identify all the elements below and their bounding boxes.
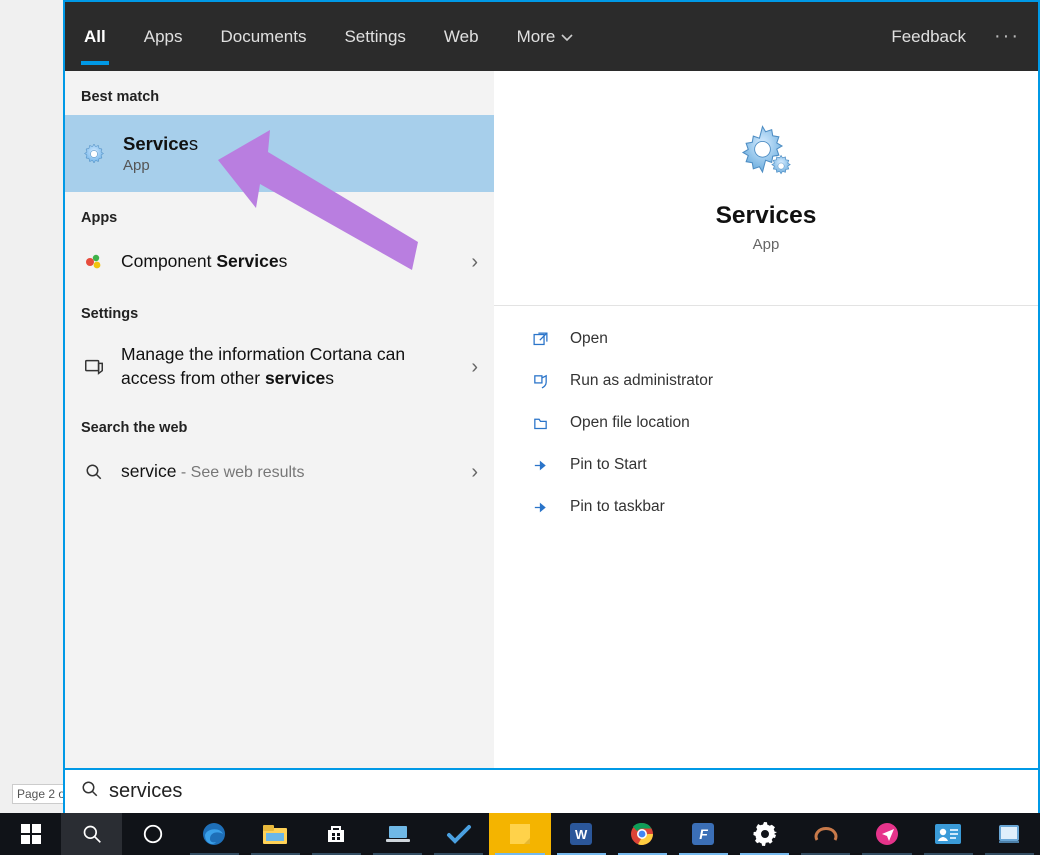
chevron-right-icon: › <box>463 251 486 274</box>
search-input[interactable] <box>109 780 1028 803</box>
taskbar-send-anywhere[interactable] <box>856 813 917 855</box>
sticky-notes-icon <box>507 821 533 847</box>
taskbar-foxit[interactable]: F <box>673 813 734 855</box>
result-title: Services <box>123 133 198 155</box>
result-cortana-services-setting[interactable]: Manage the information Cortana can acces… <box>65 332 494 402</box>
action-label: Pin to Start <box>570 456 647 474</box>
folder-location-icon <box>526 415 554 432</box>
ellipsis-icon: ··· <box>994 25 1020 47</box>
section-best-match: Best match <box>65 71 494 115</box>
cortana-icon <box>140 821 166 847</box>
foxit-icon: F <box>690 821 716 847</box>
action-label: Open file location <box>570 414 690 432</box>
action-label: Open <box>570 330 608 348</box>
taskbar-notepad-app[interactable] <box>979 813 1040 855</box>
result-detail-pane: Services App Open Run as administrator O… <box>494 71 1038 768</box>
privacy-icon <box>81 356 107 378</box>
detail-subtitle: App <box>753 236 780 253</box>
tab-documents[interactable]: Documents <box>201 2 325 71</box>
start-icon <box>18 821 44 847</box>
send-anywhere-icon <box>874 821 900 847</box>
taskbar-search-button[interactable] <box>61 813 122 855</box>
taskbar-file-explorer[interactable] <box>245 813 306 855</box>
word-icon: W <box>568 821 594 847</box>
section-settings: Settings <box>65 288 494 332</box>
search-icon <box>79 821 105 847</box>
search-scope-tabbar: All Apps Documents Settings Web More Fee… <box>65 2 1038 71</box>
tab-apps[interactable]: Apps <box>125 2 202 71</box>
tab-all[interactable]: All <box>65 2 125 71</box>
taskbar: W F <box>0 813 1040 855</box>
action-pin-to-start[interactable]: Pin to Start <box>494 444 1038 486</box>
tab-settings[interactable]: Settings <box>325 2 424 71</box>
result-subtitle: App <box>123 157 198 174</box>
tab-web[interactable]: Web <box>425 2 498 71</box>
result-services-app[interactable]: Services App <box>65 115 494 192</box>
todo-icon <box>446 821 472 847</box>
windows-search-panel: All Apps Documents Settings Web More Fee… <box>63 0 1040 813</box>
store-icon <box>323 821 349 847</box>
settings-gear-icon <box>752 821 778 847</box>
taskbar-edge[interactable] <box>184 813 245 855</box>
taskbar-todo[interactable] <box>428 813 489 855</box>
chevron-right-icon: › <box>463 461 486 484</box>
notepad-icon <box>996 821 1022 847</box>
chrome-icon <box>629 821 655 847</box>
component-services-icon <box>81 252 107 272</box>
action-run-as-admin[interactable]: Run as administrator <box>494 360 1038 402</box>
taskbar-contacts[interactable] <box>918 813 979 855</box>
detail-title: Services <box>716 202 817 230</box>
section-apps: Apps <box>65 192 494 236</box>
section-search-web: Search the web <box>65 402 494 446</box>
action-pin-to-taskbar[interactable]: Pin to taskbar <box>494 486 1038 528</box>
pin-icon <box>526 499 554 516</box>
taskbar-settings[interactable] <box>734 813 795 855</box>
taskbar-store[interactable] <box>306 813 367 855</box>
services-gear-icon <box>738 123 794 184</box>
shield-icon <box>526 373 554 390</box>
taskbar-laptop-app[interactable] <box>367 813 428 855</box>
result-label: Manage the information Cortana can acces… <box>121 343 463 390</box>
search-input-row <box>65 768 1038 813</box>
edge-icon <box>201 821 227 847</box>
open-icon <box>526 331 554 348</box>
chevron-right-icon: › <box>463 356 486 379</box>
detail-hero: Services App <box>494 71 1038 306</box>
pin-icon <box>526 457 554 474</box>
options-button[interactable]: ··· <box>990 25 1038 48</box>
results-list: Best match Services App Apps Com <box>65 71 494 768</box>
tab-more-label: More <box>517 27 556 47</box>
result-label: Component Services <box>121 250 463 274</box>
action-label: Pin to taskbar <box>570 498 665 516</box>
chevron-down-icon <box>561 27 573 47</box>
photoscape-icon <box>813 821 839 847</box>
feedback-button[interactable]: Feedback <box>867 27 990 47</box>
result-web-service[interactable]: service - See web results › <box>65 446 494 498</box>
action-label: Run as administrator <box>570 372 713 390</box>
actions-list: Open Run as administrator Open file loca… <box>494 306 1038 540</box>
result-label: service - See web results <box>121 460 463 484</box>
search-icon <box>81 463 107 481</box>
file-explorer-icon <box>262 821 288 847</box>
result-component-services[interactable]: Component Services › <box>65 236 494 288</box>
action-open-file-location[interactable]: Open file location <box>494 402 1038 444</box>
contacts-icon <box>935 821 961 847</box>
search-icon <box>81 780 99 803</box>
services-gear-icon <box>81 141 107 167</box>
tab-more[interactable]: More <box>498 2 593 71</box>
taskbar-cortana-button[interactable] <box>122 813 183 855</box>
taskbar-chrome[interactable] <box>612 813 673 855</box>
page-counter: Page 2 o <box>12 784 70 804</box>
laptop-icon <box>385 821 411 847</box>
taskbar-photoscape[interactable] <box>795 813 856 855</box>
action-open[interactable]: Open <box>494 318 1038 360</box>
taskbar-word[interactable]: W <box>551 813 612 855</box>
start-button[interactable] <box>0 813 61 855</box>
taskbar-sticky-notes[interactable] <box>489 813 550 855</box>
